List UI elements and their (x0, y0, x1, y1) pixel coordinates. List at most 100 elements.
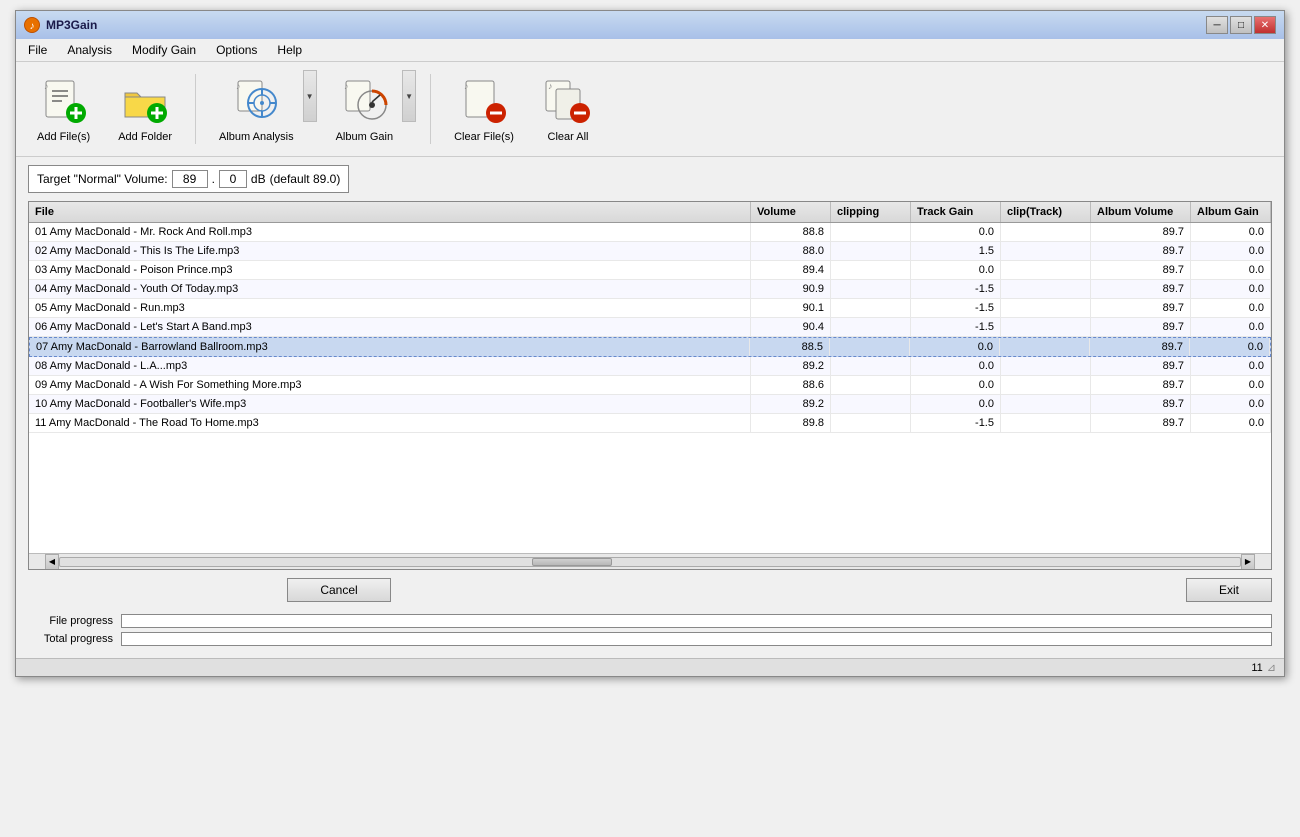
table-row[interactable]: 01 Amy MacDonald - Mr. Rock And Roll.mp3… (29, 223, 1271, 242)
col-album-volume: Album Volume (1091, 202, 1191, 222)
scroll-left-arrow[interactable]: ◀ (45, 554, 59, 570)
menu-analysis[interactable]: Analysis (59, 41, 120, 59)
file-progress-bar (121, 614, 1272, 628)
svg-text:♪: ♪ (548, 81, 553, 91)
cell-album-volume: 89.7 (1091, 299, 1191, 317)
toolbar: ♪ Add File(s) Add Folder (16, 62, 1284, 157)
album-gain-label: Album Gain (336, 131, 393, 143)
album-gain-button[interactable]: ♪ Album Gain (327, 70, 402, 148)
cell-clipping (831, 261, 911, 279)
cell-album-volume: 89.7 (1091, 223, 1191, 241)
target-value1[interactable] (172, 170, 208, 188)
title-bar: ♪ MP3Gain ─ □ ✕ (16, 11, 1284, 39)
table-row[interactable]: 05 Amy MacDonald - Run.mp3 90.1 -1.5 89.… (29, 299, 1271, 318)
cell-clipping (831, 223, 911, 241)
cell-clip-track (1001, 223, 1091, 241)
cell-clip-track (1001, 280, 1091, 298)
close-button[interactable]: ✕ (1254, 16, 1276, 34)
toolbar-sep-2 (430, 74, 431, 144)
cell-track-gain: 0.0 (911, 223, 1001, 241)
cell-album-volume: 89.7 (1091, 242, 1191, 260)
col-album-gain: Album Gain (1191, 202, 1271, 222)
add-folder-button[interactable]: Add Folder (109, 70, 181, 148)
resize-grip: ⊿ (1267, 661, 1276, 674)
scroll-right-arrow[interactable]: ▶ (1241, 554, 1255, 570)
exit-button[interactable]: Exit (1186, 578, 1272, 602)
cell-clipping (831, 299, 911, 317)
title-bar-left: ♪ MP3Gain (24, 17, 97, 33)
cell-clip-track (1000, 338, 1090, 356)
cell-volume: 90.1 (751, 299, 831, 317)
restore-button[interactable]: □ (1230, 16, 1252, 34)
cell-track-gain: -1.5 (911, 318, 1001, 336)
cell-clipping (831, 280, 911, 298)
album-analysis-button[interactable]: ♪ Album Analysis (210, 70, 303, 148)
cell-clip-track (1001, 357, 1091, 375)
cell-volume: 88.8 (751, 223, 831, 241)
cell-album-gain: 0.0 (1191, 299, 1271, 317)
target-label: Target "Normal" Volume: (37, 172, 168, 186)
menu-help[interactable]: Help (269, 41, 310, 59)
table-row[interactable]: 10 Amy MacDonald - Footballer's Wife.mp3… (29, 395, 1271, 414)
cell-album-volume: 89.7 (1091, 318, 1191, 336)
table-row[interactable]: 08 Amy MacDonald - L.A...mp3 89.2 0.0 89… (29, 357, 1271, 376)
table-row[interactable]: 07 Amy MacDonald - Barrowland Ballroom.m… (29, 337, 1271, 357)
cell-file: 09 Amy MacDonald - A Wish For Something … (29, 376, 751, 394)
file-progress-label: File progress (28, 615, 113, 627)
cell-clipping (831, 357, 911, 375)
album-analysis-dropdown[interactable]: ▼ (303, 70, 317, 122)
target-unit: dB (251, 172, 266, 186)
menu-file[interactable]: File (20, 41, 55, 59)
cell-album-volume: 89.7 (1091, 357, 1191, 375)
cell-album-gain: 0.0 (1191, 261, 1271, 279)
menu-modify-gain[interactable]: Modify Gain (124, 41, 204, 59)
scrollbar-track[interactable] (59, 557, 1241, 567)
cell-clip-track (1001, 318, 1091, 336)
cell-album-volume: 89.7 (1091, 376, 1191, 394)
table-row[interactable]: 04 Amy MacDonald - Youth Of Today.mp3 90… (29, 280, 1271, 299)
horizontal-scrollbar[interactable]: ◀ ▶ (29, 553, 1271, 569)
col-clip-track: clip(Track) (1001, 202, 1091, 222)
svg-text:♪: ♪ (44, 81, 49, 91)
clear-files-button[interactable]: ♪ Clear File(s) (445, 70, 523, 148)
table-row[interactable]: 06 Amy MacDonald - Let's Start A Band.mp… (29, 318, 1271, 337)
col-file: File (29, 202, 751, 222)
cell-clip-track (1001, 242, 1091, 260)
main-window: ♪ MP3Gain ─ □ ✕ File Analysis Modify Gai… (15, 10, 1285, 677)
cell-album-volume: 89.7 (1091, 280, 1191, 298)
clear-files-icon: ♪ (458, 75, 510, 127)
cell-album-gain: 0.0 (1191, 280, 1271, 298)
menu-options[interactable]: Options (208, 41, 265, 59)
cell-volume: 89.2 (751, 357, 831, 375)
status-bar: 11 ⊿ (16, 658, 1284, 676)
col-volume: Volume (751, 202, 831, 222)
cell-clipping (830, 338, 910, 356)
total-progress-row: Total progress (28, 632, 1272, 646)
cell-album-gain: 0.0 (1191, 223, 1271, 241)
minimize-button[interactable]: ─ (1206, 16, 1228, 34)
progress-section: File progress Total progress (16, 610, 1284, 658)
cell-track-gain: -1.5 (911, 280, 1001, 298)
add-files-button[interactable]: ♪ Add File(s) (28, 70, 99, 148)
table-row[interactable]: 03 Amy MacDonald - Poison Prince.mp3 89.… (29, 261, 1271, 280)
file-progress-row: File progress (28, 614, 1272, 628)
cancel-button[interactable]: Cancel (287, 578, 390, 602)
table-row[interactable]: 11 Amy MacDonald - The Road To Home.mp3 … (29, 414, 1271, 433)
cell-clip-track (1001, 395, 1091, 413)
target-box: Target "Normal" Volume: . dB (default 89… (28, 165, 349, 193)
cell-clipping (831, 376, 911, 394)
col-clipping: clipping (831, 202, 911, 222)
table-row[interactable]: 09 Amy MacDonald - A Wish For Something … (29, 376, 1271, 395)
album-gain-group: ♪ Album Gain ▼ (327, 70, 416, 148)
clear-files-label: Clear File(s) (454, 131, 514, 143)
clear-all-button[interactable]: ♪ Clear All (533, 70, 603, 148)
table-row[interactable]: 02 Amy MacDonald - This Is The Life.mp3 … (29, 242, 1271, 261)
scrollbar-thumb[interactable] (532, 558, 612, 566)
target-value2[interactable] (219, 170, 247, 188)
album-gain-dropdown[interactable]: ▼ (402, 70, 416, 122)
cell-file: 01 Amy MacDonald - Mr. Rock And Roll.mp3 (29, 223, 751, 241)
album-analysis-label: Album Analysis (219, 131, 294, 143)
cell-file: 03 Amy MacDonald - Poison Prince.mp3 (29, 261, 751, 279)
cell-clipping (831, 242, 911, 260)
svg-text:♪: ♪ (464, 81, 469, 91)
